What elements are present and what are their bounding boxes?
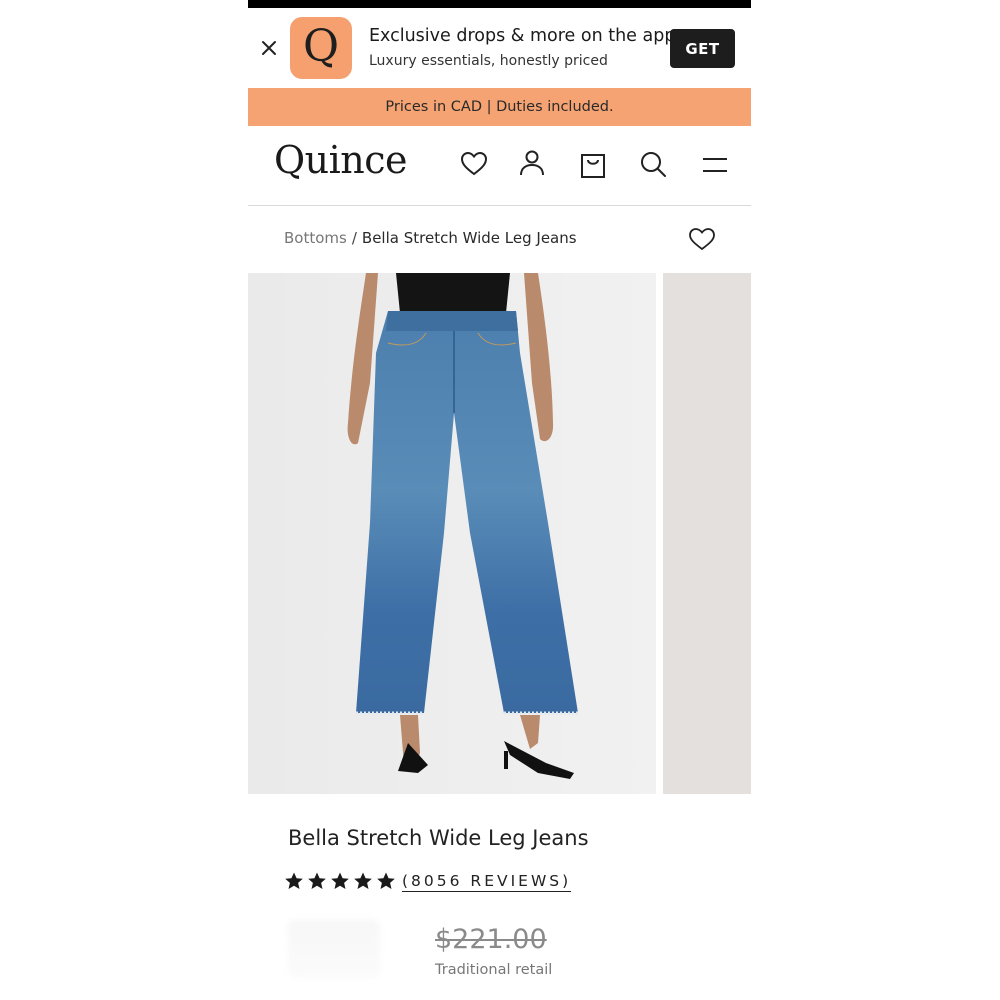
traditional-retail-label: Traditional retail — [435, 962, 553, 978]
status-bar — [248, 0, 751, 8]
breadcrumb-separator: / — [351, 229, 357, 247]
banner-subtitle: Luxury essentials, honestly priced — [369, 53, 608, 69]
star-icon — [285, 872, 303, 889]
brand-logo[interactable]: Quince — [274, 138, 408, 182]
jeans-model-illustration — [248, 273, 656, 794]
app-logo: Q — [290, 17, 352, 79]
get-app-button[interactable]: GET — [670, 29, 735, 68]
close-icon[interactable] — [258, 37, 280, 59]
breadcrumb-link-bottoms[interactable]: Bottoms — [284, 229, 347, 247]
menu-icon[interactable] — [700, 148, 730, 180]
star-icon — [377, 872, 395, 889]
traditional-price: $221.00 — [435, 924, 547, 955]
heart-icon[interactable] — [459, 148, 489, 180]
reviews-link[interactable]: (8056 REVIEWS) — [402, 872, 572, 892]
breadcrumb-current: Bella Stretch Wide Leg Jeans — [361, 229, 577, 247]
wishlist-heart-icon[interactable] — [688, 226, 716, 252]
banner-title: Exclusive drops & more on the app — [369, 26, 676, 46]
promo-bar: Prices in CAD | Duties included. — [248, 88, 751, 126]
breadcrumb: Bottoms / Bella Stretch Wide Leg Jeans — [284, 229, 577, 247]
bag-icon[interactable] — [578, 148, 608, 180]
app-download-banner: Q Exclusive drops & more on the app Luxu… — [248, 8, 751, 88]
star-icon — [308, 872, 326, 889]
star-rating — [284, 871, 396, 891]
product-title: Bella Stretch Wide Leg Jeans — [288, 826, 589, 850]
star-icon — [331, 872, 349, 889]
product-image[interactable] — [248, 273, 656, 794]
next-product-image[interactable] — [663, 273, 751, 794]
mobile-viewport: Q Exclusive drops & more on the app Luxu… — [248, 0, 751, 1000]
site-header: Quince — [248, 126, 751, 206]
search-icon[interactable] — [638, 148, 668, 180]
sale-price-placeholder — [288, 920, 380, 978]
star-icon — [354, 872, 372, 889]
account-icon[interactable] — [517, 148, 547, 180]
rating-row: (8056 REVIEWS) — [284, 871, 572, 892]
